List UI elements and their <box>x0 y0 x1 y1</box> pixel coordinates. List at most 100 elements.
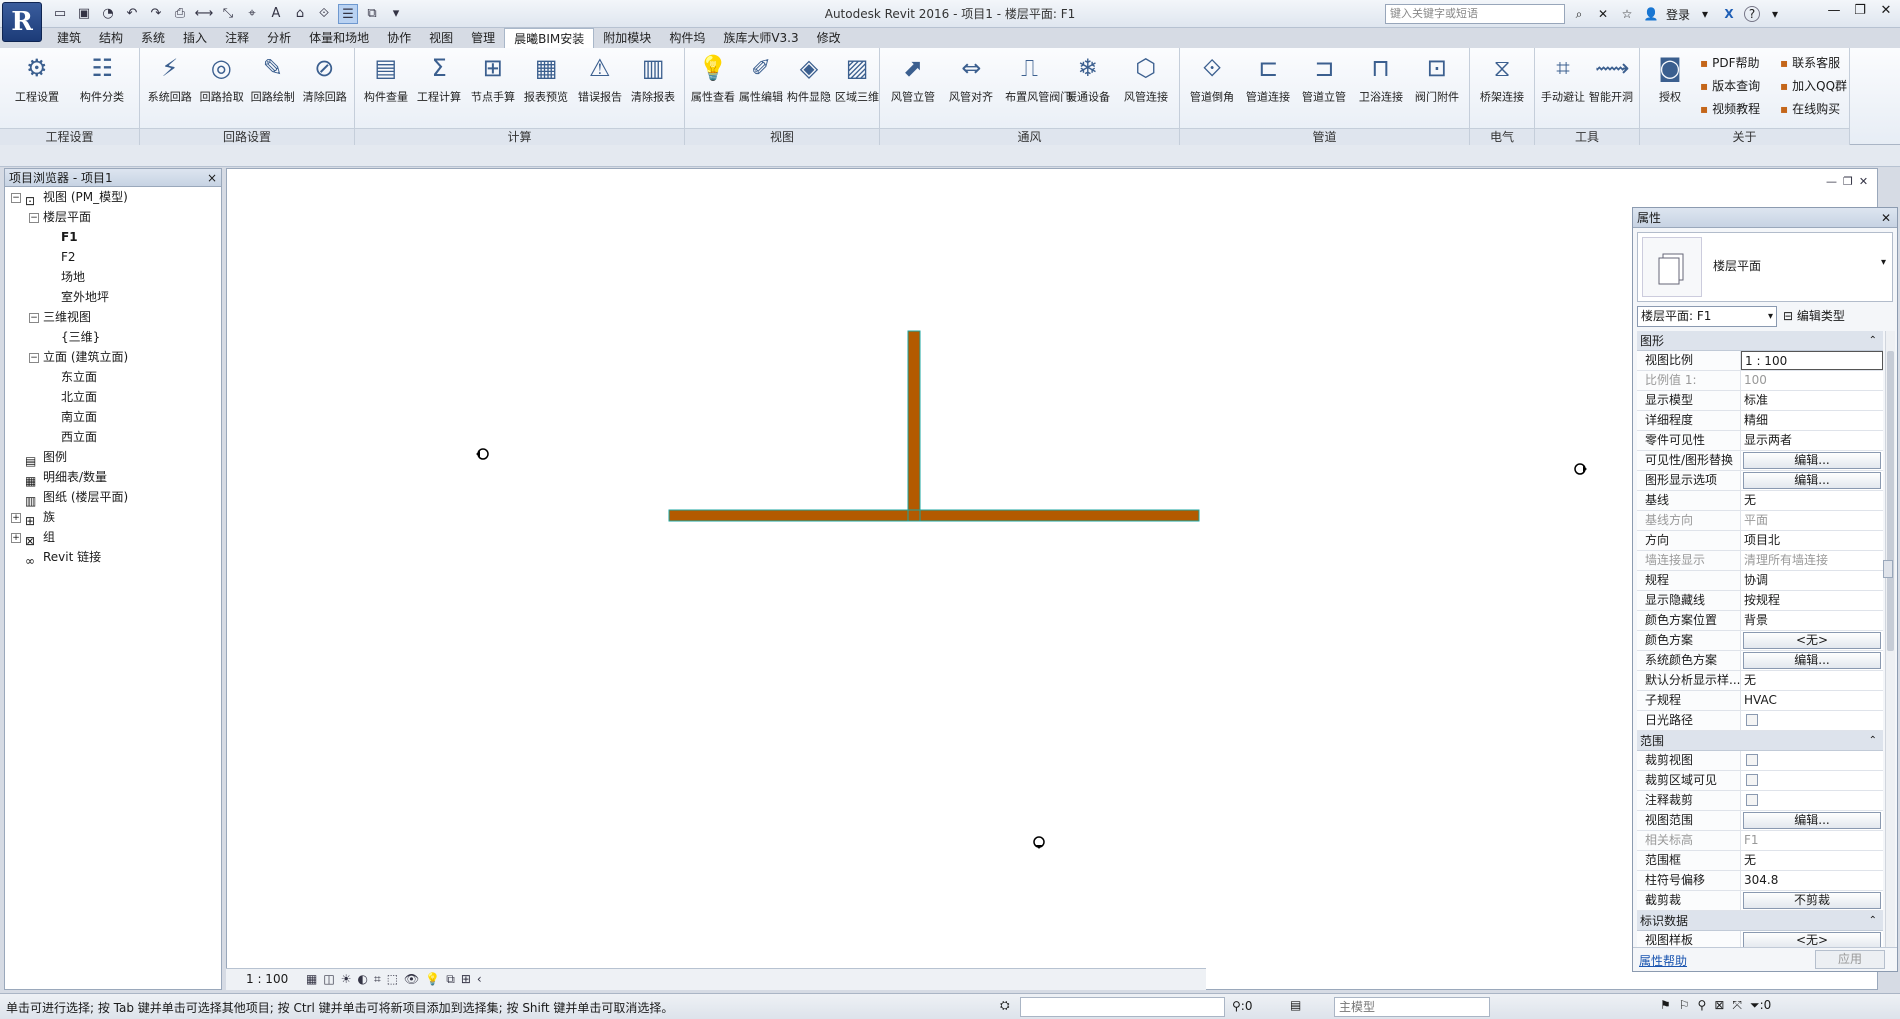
tree-item[interactable]: 西立面 <box>5 427 221 447</box>
sync-icon[interactable]: ◔ <box>98 4 118 24</box>
menu-tab[interactable]: 管理 <box>462 28 504 48</box>
user-icon[interactable]: 👤 <box>1642 7 1660 21</box>
ribbon-tool-button[interactable]: ⚡ 系统回路 <box>144 52 196 105</box>
redo-icon[interactable]: ↷ <box>146 4 166 24</box>
property-checkbox[interactable] <box>1746 794 1758 806</box>
tree-item[interactable]: − ⊡ 视图 (PM_模型) <box>5 187 221 208</box>
3d-view-icon[interactable]: ⌂ <box>290 4 310 24</box>
panel-title[interactable]: 工程设置 <box>0 128 139 145</box>
tag-icon[interactable]: ⌖ <box>242 4 262 24</box>
collapse-icon[interactable]: ⌃ <box>1869 731 1877 751</box>
instance-filter-select[interactable]: 楼层平面: F1 ▾ <box>1637 306 1777 327</box>
menu-tab[interactable]: 协作 <box>378 28 420 48</box>
select-underlay-icon[interactable]: ⚐ <box>1679 998 1690 1013</box>
tree-item[interactable]: + ⊞ 族 <box>5 507 221 528</box>
visual-style-icon[interactable]: ◫ <box>323 972 334 987</box>
switch-windows-icon[interactable]: ⧉ <box>362 4 382 24</box>
property-value[interactable] <box>1741 711 1883 730</box>
ribbon-tool-button[interactable]: ⬈ 风管立管 <box>887 52 939 105</box>
search-input[interactable]: 键入关键字或短语 <box>1385 4 1565 24</box>
property-edit-button[interactable]: <无> <box>1743 632 1881 649</box>
tree-item[interactable]: 东立面 <box>5 367 221 387</box>
ribbon-tool-button[interactable]: ❄ 暖通设备 <box>1062 52 1114 105</box>
select-links-icon[interactable]: ⚑ <box>1660 998 1671 1013</box>
property-value[interactable]: 304.8 <box>1741 871 1883 890</box>
property-edit-button[interactable]: 编辑... <box>1743 452 1881 469</box>
property-edit-button[interactable]: 编辑... <box>1743 472 1881 489</box>
reveal-hidden-icon[interactable]: 💡 <box>425 972 440 987</box>
save-icon[interactable]: ▣ <box>74 4 94 24</box>
workset-select[interactable] <box>1020 997 1225 1017</box>
restore-icon[interactable]: ❐ <box>1843 175 1853 188</box>
property-value[interactable]: 按规程 <box>1741 591 1883 610</box>
analytical-model-icon[interactable]: ⊞ <box>461 972 471 987</box>
favorites-icon[interactable]: ☆ <box>1618 7 1636 21</box>
panel-title[interactable]: 计算 <box>355 128 684 145</box>
ribbon-tool-button[interactable]: ▨ 区域三维 <box>833 52 881 105</box>
ribbon-tool-button[interactable]: ⧖ 桥架连接 <box>1476 52 1528 105</box>
menu-tab[interactable]: 建筑 <box>48 28 90 48</box>
collapse-icon[interactable]: − <box>29 312 39 323</box>
thin-lines-icon[interactable]: ☰ <box>338 4 358 24</box>
duct-horizontal[interactable] <box>668 509 1200 522</box>
elevation-marker-south[interactable] <box>1033 836 1045 849</box>
property-value[interactable]: 精细 <box>1741 411 1883 430</box>
property-value[interactable]: 无 <box>1741 851 1883 870</box>
crop-view-icon[interactable]: ⌗ <box>374 972 381 987</box>
collapse-icon[interactable]: ⌃ <box>1869 911 1877 931</box>
menu-tab[interactable]: 族库大师V3.3 <box>714 28 807 48</box>
tree-item[interactable]: 南立面 <box>5 407 221 427</box>
drag-elements-icon[interactable]: ⤧ <box>1732 998 1742 1013</box>
close-icon[interactable]: × <box>207 169 217 187</box>
panel-title[interactable]: 回路设置 <box>140 128 354 145</box>
property-value[interactable]: 背景 <box>1741 611 1883 630</box>
minimize-icon[interactable]: — <box>1824 3 1844 18</box>
minimize-icon[interactable]: — <box>1826 175 1837 188</box>
customize-qat-icon[interactable]: ▾ <box>386 4 406 24</box>
select-by-face-icon[interactable]: ⊠ <box>1714 998 1724 1013</box>
ribbon-tool-button[interactable]: ✎ 回路绘制 <box>247 52 299 105</box>
ribbon-tool-button[interactable]: ◈ 构件显隐 <box>785 52 833 105</box>
tree-item[interactable]: ▥ 图纸 (楼层平面) <box>5 487 221 508</box>
ribbon-tool-button[interactable]: ⊘ 清除回路 <box>299 52 351 105</box>
collapse-icon[interactable]: − <box>29 212 39 223</box>
ribbon-tool-button[interactable]: ⟐ 管道倒角 <box>1186 52 1238 105</box>
close-icon[interactable]: ✕ <box>1876 3 1896 18</box>
property-value[interactable] <box>1741 751 1883 770</box>
panel-title[interactable]: 电气 <box>1470 128 1534 145</box>
about-link[interactable]: ▪ 在线购买 <box>1780 98 1860 121</box>
tree-item[interactable]: − 三维视图 <box>5 307 221 327</box>
ribbon-tool-button[interactable]: ⊡ 阀门附件 <box>1411 52 1463 105</box>
ribbon-tool-button[interactable]: ⟿ 智能开洞 <box>1587 52 1635 105</box>
property-value[interactable]: <无> <box>1741 931 1883 947</box>
canvas-vertical-scrollbar[interactable] <box>1880 168 1896 968</box>
tree-item[interactable]: F2 <box>5 247 221 267</box>
tree-item[interactable]: ∞ Revit 链接 <box>5 547 221 568</box>
about-link[interactable]: ▪ 联系客服 <box>1780 52 1860 75</box>
expand-icon[interactable]: + <box>11 532 21 543</box>
property-edit-button[interactable]: 不剪裁 <box>1743 892 1881 909</box>
exchange-icon[interactable]: X <box>1720 7 1738 21</box>
panel-title[interactable]: 通风 <box>880 128 1179 145</box>
property-edit-button[interactable]: 编辑... <box>1743 812 1881 829</box>
ribbon-tool-button[interactable]: ✐ 属性编辑 <box>737 52 785 105</box>
ribbon-tool-button[interactable]: ⚙ 工程设置 <box>11 52 63 105</box>
property-value[interactable]: 无 <box>1741 671 1883 690</box>
about-link[interactable]: ▪ 版本查询 <box>1700 75 1780 98</box>
collapse-icon[interactable]: − <box>11 192 21 203</box>
ribbon-tool-button[interactable]: ⊓ 卫浴连接 <box>1355 52 1407 105</box>
worksets-icon[interactable]: ⛭ <box>1000 998 1010 1013</box>
chevron-left-icon[interactable]: ‹ <box>477 972 482 987</box>
collapse-icon[interactable]: ⌃ <box>1869 331 1877 351</box>
property-value[interactable]: <无> <box>1741 631 1883 650</box>
menu-tab[interactable]: 晨曦BIM安装 <box>504 28 595 48</box>
menu-tab[interactable]: 插入 <box>174 28 216 48</box>
property-checkbox[interactable] <box>1746 774 1758 786</box>
property-value[interactable]: 1 : 100 <box>1741 351 1883 370</box>
tree-item[interactable]: ▦ 明细表/数量 <box>5 467 221 488</box>
property-value[interactable]: 编辑... <box>1741 451 1883 470</box>
menu-tab[interactable]: 体量和场地 <box>300 28 378 48</box>
view-scale[interactable]: 1 : 100 <box>246 972 288 986</box>
ribbon-tool-button[interactable]: ▤ 构件查量 <box>360 52 412 105</box>
duct-vertical[interactable] <box>907 330 921 522</box>
